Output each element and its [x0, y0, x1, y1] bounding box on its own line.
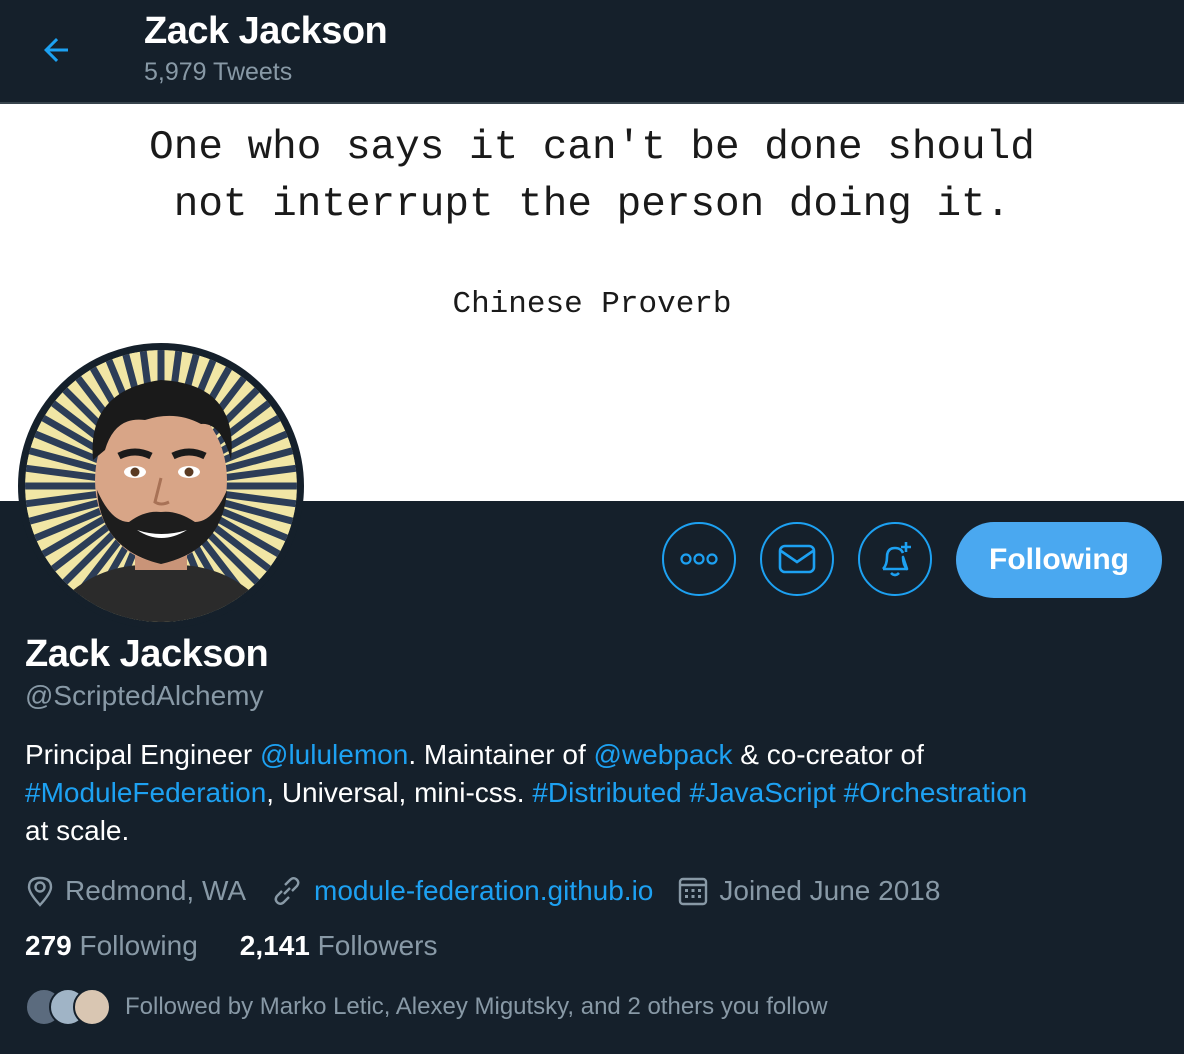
back-button[interactable] [34, 28, 78, 72]
bio-hashtag-orchestration[interactable]: #Orchestration [844, 777, 1028, 808]
followers-count: 2,141 [239, 930, 310, 961]
bio-hashtag-modulefederation[interactable]: #ModuleFederation [25, 777, 266, 808]
bio-mention-lululemon[interactable]: @lululemon [260, 739, 408, 770]
bio-hashtag-distributed[interactable]: #Distributed [532, 777, 681, 808]
bio-text [836, 777, 844, 808]
header-profile-name: Zack Jackson [144, 10, 388, 52]
avatar[interactable] [18, 343, 304, 629]
profile-bio: Principal Engineer @lululemon. Maintaine… [25, 736, 1165, 850]
following-label: Following [79, 930, 198, 961]
calendar-icon [679, 877, 708, 906]
bio-text: Principal Engineer [25, 739, 261, 770]
bio-text: at scale. [25, 815, 130, 846]
followed-by-text: Followed by Marko Letic, Alexey Migutsky… [125, 993, 828, 1020]
followers-label: Followers [317, 930, 438, 961]
follow-stats: 279 Following 2,141 Followers [25, 930, 479, 962]
profile-header-bar: Zack Jackson 5,979 Tweets [0, 0, 1184, 104]
more-options-button[interactable] [662, 522, 736, 596]
banner-attribution: Chinese Proverb [452, 287, 732, 322]
bio-mention-webpack[interactable]: @webpack [594, 739, 733, 770]
following-button[interactable]: Following [956, 522, 1162, 598]
profile-handle: @ScriptedAlchemy [25, 680, 264, 711]
following-count-link[interactable]: 279 Following [25, 930, 198, 962]
tweet-count: 5,979 Tweets [144, 58, 293, 86]
followed-by[interactable]: Followed by Marko Letic, Alexey Migutsky… [25, 988, 828, 1026]
profile-meta: Redmond, WA module-federation.github.io … [25, 870, 964, 912]
location-pin-icon [27, 876, 53, 907]
followed-by-avatars [25, 988, 111, 1026]
link-icon [274, 877, 300, 905]
website: module-federation.github.io [270, 874, 653, 908]
mail-icon [778, 544, 816, 574]
following-count: 279 [25, 930, 72, 961]
profile-name: Zack Jackson [25, 633, 269, 675]
location-text: Redmond, WA [65, 875, 247, 906]
location: Redmond, WA [25, 875, 246, 907]
banner-quote: One who says it can't be done should not… [149, 125, 1035, 228]
website-link[interactable]: module-federation.github.io [314, 875, 653, 907]
bio-text: & co-creator of [732, 739, 924, 770]
notifications-button[interactable] [858, 522, 932, 596]
avatar [73, 988, 111, 1026]
join-date-text: Joined June 2018 [719, 875, 941, 906]
more-icon [680, 553, 718, 565]
message-button[interactable] [760, 522, 834, 596]
avatar-illustration [25, 350, 297, 622]
bio-text: . Maintainer of [408, 739, 594, 770]
bio-text [682, 777, 690, 808]
bio-hashtag-javascript[interactable]: #JavaScript [690, 777, 836, 808]
arrow-left-icon [44, 38, 68, 62]
join-date: Joined June 2018 [677, 875, 940, 907]
followers-count-link[interactable]: 2,141 Followers [240, 930, 438, 962]
bell-plus-icon [882, 542, 911, 577]
bio-text: , Universal, mini-css. [266, 777, 533, 808]
